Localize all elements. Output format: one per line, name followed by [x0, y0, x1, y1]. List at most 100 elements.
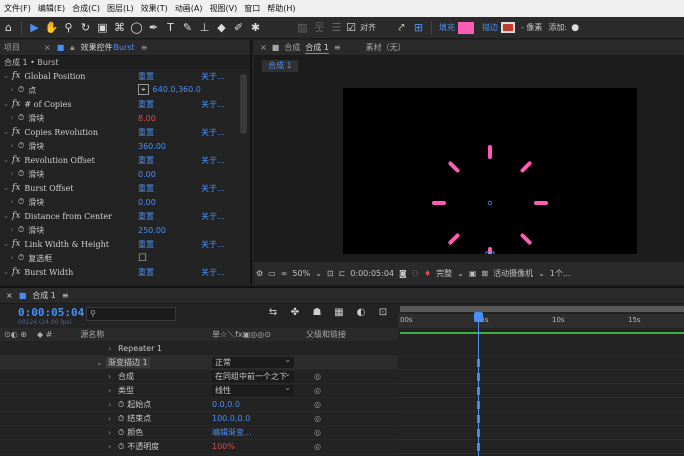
brush-tool-icon[interactable]: ✎ — [179, 17, 196, 39]
timecode-display[interactable]: 0:00:05:04 — [350, 269, 394, 278]
effect-property-row[interactable]: › ⏱ 滑块 0.00 — [0, 195, 250, 209]
about-link[interactable]: 关于... — [201, 267, 225, 278]
fx-icon[interactable]: fx — [12, 71, 20, 81]
fx-icon[interactable]: fx — [12, 239, 20, 249]
stroke-width-label[interactable]: - 像素 — [521, 22, 542, 33]
clone-stamp-tool-icon[interactable]: ⊥ — [196, 17, 213, 39]
camera-select[interactable]: 活动摄像机 — [493, 268, 533, 279]
effect-row[interactable]: ⌄ fx # of Copies 重置 关于... — [0, 97, 250, 111]
menu-item[interactable]: 视图(V) — [210, 3, 238, 14]
chevron-icon[interactable]: › — [108, 400, 111, 409]
stroke-color-swatch[interactable] — [501, 22, 515, 33]
layer-name[interactable]: Repeater 1 — [118, 344, 162, 353]
stopwatch-icon[interactable]: ⏱ — [118, 428, 124, 437]
panel-menu-icon[interactable]: ≡ — [62, 291, 69, 300]
chevron-icon[interactable]: › — [108, 386, 111, 395]
stopwatch-icon[interactable]: ⏱ — [118, 414, 124, 423]
layer-name[interactable]: ⏱ 结束点 — [118, 413, 151, 424]
lock-icon[interactable]: ■ — [19, 291, 27, 300]
graph-editor-icon[interactable]: ⊡ — [372, 307, 394, 318]
reset-link[interactable]: 重置 — [138, 99, 154, 110]
layer-name[interactable]: ⏱ 起始点 — [118, 399, 151, 410]
region-icon[interactable]: ⊏ — [339, 269, 346, 278]
fx-icon[interactable]: fx — [12, 127, 20, 137]
about-link[interactable]: 关于... — [201, 127, 225, 138]
roi-icon[interactable]: ▣ — [469, 269, 477, 278]
parent-pick-whip-icon[interactable]: ◎ — [314, 442, 321, 451]
layer-row[interactable]: › ⏱ 不透明度 100% ◎ — [0, 440, 398, 454]
chevron-down-icon[interactable]: ⌄ — [538, 269, 545, 278]
chevron-icon[interactable]: › — [108, 428, 111, 437]
reset-link[interactable]: 重置 — [138, 127, 154, 138]
chevron-down-icon[interactable]: ⌄ — [2, 72, 10, 80]
effect-row[interactable]: ⌄ fx Revolution Offset 重置 关于... — [0, 153, 250, 167]
timeline-graph[interactable]: 00s05s10s15s — [398, 306, 684, 456]
chevron-right-icon[interactable]: › — [8, 254, 16, 262]
fx-icon[interactable]: fx — [12, 267, 20, 277]
pan-behind-tool-icon[interactable]: ⌘ — [111, 17, 128, 39]
chevron-right-icon[interactable]: › — [8, 226, 16, 234]
layer-name[interactable]: 合成 — [118, 371, 134, 382]
effect-row[interactable]: ⌄ fx Burst Offset 重置 关于... — [0, 181, 250, 195]
snapshot-icon[interactable]: ◙ — [399, 269, 407, 278]
chevron-down-icon[interactable]: ⌄ — [2, 268, 10, 276]
parent-pick-whip-icon[interactable]: ◎ — [314, 414, 321, 423]
hand-tool-icon[interactable]: ✋ — [43, 17, 60, 39]
dropdown-select[interactable]: 正常 — [212, 354, 294, 368]
time-ruler[interactable]: 00s05s10s15s — [398, 314, 684, 328]
track-row[interactable] — [398, 356, 684, 370]
track-row[interactable] — [398, 412, 684, 426]
draft-3d-icon[interactable]: ✤ — [284, 307, 306, 318]
layer-row[interactable]: ⌄ 渐变描边 1 正常 — [0, 354, 398, 370]
track-row[interactable] — [398, 398, 684, 412]
effect-property-row[interactable]: › ⏱ 滑块 360.00 — [0, 139, 250, 153]
stopwatch-icon[interactable]: ⏱ — [18, 141, 24, 151]
layer-row[interactable]: › ⏱ 起始点 0.0,0.0 ◎ — [0, 398, 398, 412]
home-icon[interactable]: ⌂ — [0, 17, 17, 39]
about-link[interactable]: 关于... — [201, 183, 225, 194]
parent-pick-whip-icon[interactable]: ◎ — [314, 400, 321, 409]
canvas[interactable] — [343, 88, 637, 267]
grid-snap-icon[interactable]: ⊞ — [410, 17, 427, 39]
chevron-icon[interactable]: ⌄ — [96, 358, 103, 367]
stopwatch-icon[interactable]: ⏱ — [18, 85, 24, 95]
slider-value[interactable]: 0.00 — [138, 198, 156, 207]
zoom-select[interactable]: 50% — [292, 269, 310, 278]
type-tool-icon[interactable]: T — [162, 17, 179, 39]
work-area-bar[interactable] — [400, 306, 684, 312]
layer-row[interactable]: › ⏱ 结束点 100.0,0.0 ◎ — [0, 412, 398, 426]
lock-icon[interactable]: ■ — [272, 43, 280, 52]
chevron-right-icon[interactable]: › — [8, 142, 16, 150]
dropdown-select[interactable]: 线性 — [212, 382, 294, 396]
reset-link[interactable]: 重置 — [138, 71, 154, 82]
playhead-handle[interactable] — [474, 312, 483, 322]
track-row[interactable] — [398, 370, 684, 384]
layer-name[interactable]: 渐变描边 1 — [106, 357, 150, 368]
effect-property-row[interactable]: › ⏱ 滑块 8.00 — [0, 111, 250, 125]
glasses-icon[interactable]: ∞ — [281, 269, 288, 278]
chevron-icon[interactable]: › — [108, 344, 111, 353]
fill-color-swatch[interactable] — [458, 21, 474, 34]
chevron-right-icon[interactable]: › — [8, 198, 16, 206]
stopwatch-icon[interactable]: ⏱ — [118, 400, 124, 409]
stopwatch-icon[interactable]: ⏱ — [118, 442, 124, 451]
layer-row[interactable]: › ⏱ 颜色 编辑渐变... ◎ — [0, 426, 398, 440]
close-icon[interactable]: × — [260, 43, 267, 52]
slider-value[interactable]: 0.00 — [138, 170, 156, 179]
about-link[interactable]: 关于... — [201, 99, 225, 110]
chevron-down-icon[interactable]: ⌄ — [2, 240, 10, 248]
layer-row[interactable]: › 类型 线性 ◎ — [0, 382, 398, 398]
add-icon[interactable]: ● — [570, 17, 580, 39]
chevron-down-icon[interactable]: ⌄ — [2, 156, 10, 164]
slider-value[interactable]: 8.00 — [138, 114, 156, 123]
show-snapshot-icon[interactable]: ⚇ — [412, 269, 419, 278]
source-name-header[interactable]: 源名称 — [80, 329, 104, 340]
layer-name[interactable]: 类型 — [118, 385, 134, 396]
layer-duration-bar[interactable] — [400, 332, 684, 334]
align-checkbox[interactable]: ☑ — [345, 17, 357, 39]
menu-item[interactable]: 窗口 — [244, 3, 260, 14]
fx-icon[interactable]: fx — [12, 183, 20, 193]
menu-item[interactable]: 帮助(H) — [267, 3, 295, 14]
effect-row[interactable]: ⌄ fx Global Position 重置 关于... — [0, 69, 250, 83]
chevron-down-icon[interactable]: ⌄ — [2, 100, 10, 108]
